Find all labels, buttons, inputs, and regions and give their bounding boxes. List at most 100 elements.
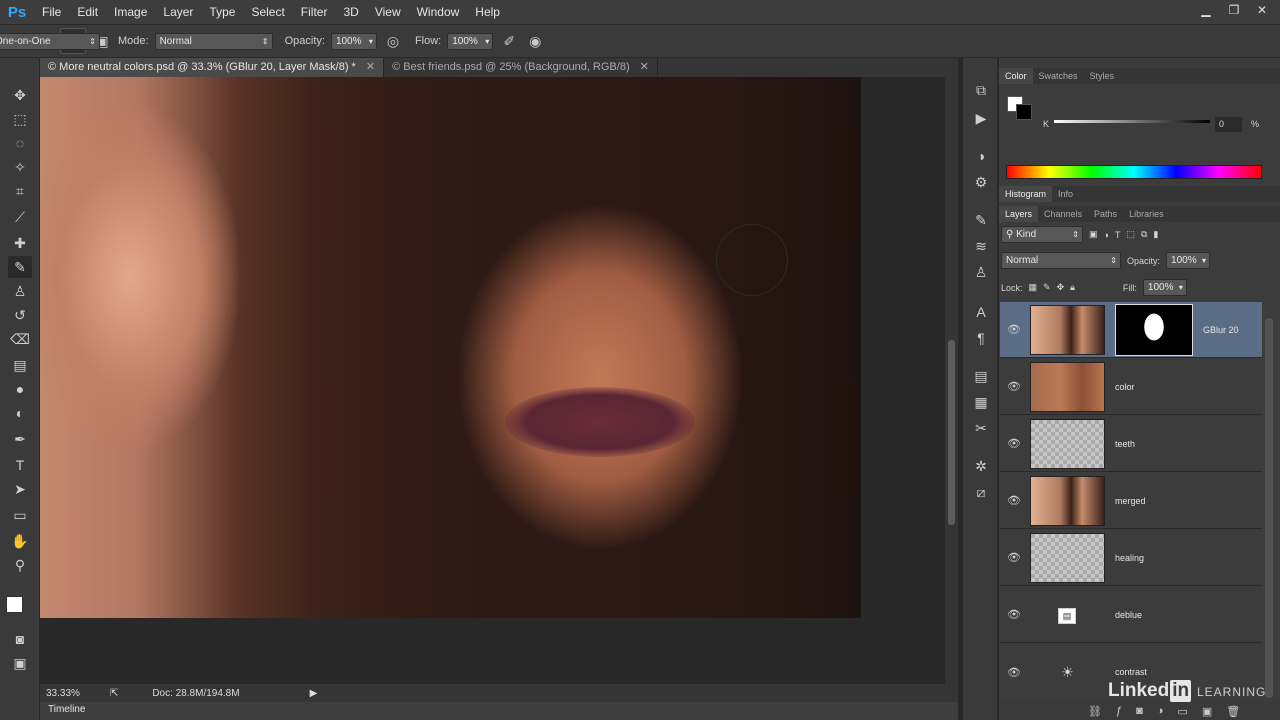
menu-image[interactable]: Image bbox=[106, 0, 155, 24]
actions-panel-icon[interactable]: ▶ bbox=[971, 108, 991, 128]
airbrush-icon[interactable]: ✐ bbox=[499, 33, 519, 50]
close-button[interactable]: ✕ bbox=[1254, 2, 1270, 18]
new-adjustment-icon[interactable]: ◑ bbox=[1157, 705, 1164, 717]
menu-filter[interactable]: Filter bbox=[293, 0, 336, 24]
lock-pixels-icon[interactable]: ✎ bbox=[1043, 282, 1051, 293]
mode-select[interactable]: Normal ⇕ bbox=[154, 32, 273, 50]
eraser-tool-icon[interactable]: ⌫ bbox=[8, 328, 32, 350]
brush-presets-icon[interactable]: ≋ bbox=[971, 236, 991, 256]
blend-mode-select[interactable]: Normal ⇕ bbox=[1001, 252, 1121, 269]
canvas-area[interactable] bbox=[40, 77, 945, 684]
timeline-panel-tab[interactable]: Timeline bbox=[40, 702, 958, 720]
tab-styles[interactable]: Styles bbox=[1084, 68, 1121, 84]
scrollbar-thumb[interactable] bbox=[948, 340, 955, 525]
layer-row[interactable]: 👁︎ color bbox=[1000, 359, 1262, 415]
lock-all-icon[interactable]: 🔒︎ bbox=[1070, 282, 1075, 293]
filter-kind-select[interactable]: ⚲ Kind ⇕ bbox=[1001, 226, 1083, 243]
status-menu-arrow-icon[interactable]: ▶ bbox=[310, 688, 318, 699]
close-icon[interactable]: ✕ bbox=[366, 61, 375, 73]
quick-select-tool-icon[interactable]: ✧ bbox=[8, 156, 32, 178]
measurement-log-icon[interactable]: ⧄ bbox=[971, 482, 991, 502]
layer-mask-thumbnail[interactable] bbox=[1115, 303, 1193, 356]
export-icon[interactable]: ⇱ bbox=[110, 688, 118, 699]
eye-icon[interactable]: 👁︎ bbox=[1000, 323, 1028, 336]
workspace-select[interactable]: One-on-One ⇕ bbox=[0, 33, 100, 50]
layer-row[interactable]: 👁︎ deblue bbox=[1000, 587, 1262, 643]
layer-row[interactable]: 👁︎ GBlur 20 bbox=[1000, 302, 1262, 358]
layer-style-icon[interactable]: ƒ bbox=[1116, 705, 1122, 717]
tab-channels[interactable]: Channels bbox=[1038, 206, 1088, 222]
color-spectrum-bar[interactable] bbox=[1006, 165, 1262, 179]
eye-icon[interactable]: 👁︎ bbox=[1000, 608, 1028, 621]
menu-file[interactable]: File bbox=[34, 0, 69, 24]
tab-libraries[interactable]: Libraries bbox=[1123, 206, 1170, 222]
eye-icon[interactable]: 👁︎ bbox=[1000, 551, 1028, 564]
notes-panel-icon[interactable]: ▦ bbox=[971, 392, 991, 412]
eyedropper-tool-icon[interactable]: ⟋ bbox=[8, 206, 32, 228]
tool-presets-icon[interactable]: ✂ bbox=[971, 418, 991, 438]
move-tool-icon[interactable]: ✥ bbox=[8, 84, 32, 106]
tab-histogram[interactable]: Histogram bbox=[999, 186, 1053, 202]
eye-icon[interactable]: 👁︎ bbox=[1000, 380, 1028, 393]
brush-panel-icon[interactable]: ✎ bbox=[971, 210, 991, 230]
history-panel-icon[interactable]: ⧉ bbox=[971, 80, 991, 100]
menu-window[interactable]: Window bbox=[409, 0, 468, 24]
eye-icon[interactable]: 👁︎ bbox=[1000, 666, 1028, 679]
filter-adjustment-icon[interactable]: ◑ bbox=[1104, 230, 1109, 240]
tab-best-friends[interactable]: © Best friends.psd @ 25% (Background, RG… bbox=[384, 58, 658, 77]
layer-row[interactable]: 👁︎ teeth bbox=[1000, 416, 1262, 472]
tab-swatches[interactable]: Swatches bbox=[1033, 68, 1084, 84]
lock-transparency-icon[interactable]: ▦ bbox=[1029, 282, 1038, 293]
foreground-color-swatch[interactable] bbox=[6, 596, 23, 613]
zoom-level[interactable]: 33.33% bbox=[46, 688, 80, 699]
layer-row[interactable]: 👁︎ healing bbox=[1000, 530, 1262, 586]
layer-comps-icon[interactable]: ▤ bbox=[971, 366, 991, 386]
shape-tool-icon[interactable]: ▭ bbox=[8, 504, 32, 526]
fill-field[interactable]: 100% ▾ bbox=[1142, 279, 1187, 296]
filter-toggle-icon[interactable]: ▮ bbox=[1153, 229, 1158, 240]
clone-source-icon[interactable]: ♙ bbox=[971, 262, 991, 282]
tab-more-neutral-colors[interactable]: © More neutral colors.psd @ 33.3% (GBlur… bbox=[40, 58, 385, 77]
menu-3d[interactable]: 3D bbox=[335, 0, 366, 24]
history-brush-tool-icon[interactable]: ↺ bbox=[8, 304, 32, 326]
menu-type[interactable]: Type bbox=[201, 0, 243, 24]
add-mask-icon[interactable]: ◙ bbox=[1136, 705, 1143, 717]
close-icon[interactable]: ✕ bbox=[640, 61, 649, 73]
crop-tool-icon[interactable]: ⌗ bbox=[8, 180, 32, 202]
link-layers-icon[interactable]: ⛓ bbox=[1088, 705, 1102, 718]
opacity-field[interactable]: 100% ▾ bbox=[330, 32, 377, 50]
pen-tool-icon[interactable]: ✒ bbox=[8, 428, 32, 450]
type-tool-icon[interactable]: T bbox=[8, 454, 32, 476]
path-select-tool-icon[interactable]: ➤ bbox=[8, 478, 32, 500]
menu-help[interactable]: Help bbox=[467, 0, 508, 24]
clone-stamp-tool-icon[interactable]: ♙ bbox=[8, 280, 32, 302]
k-value-field[interactable]: 0 bbox=[1215, 117, 1242, 132]
filter-shape-icon[interactable]: ⬚ bbox=[1126, 229, 1135, 240]
pressure-opacity-icon[interactable]: ◎ bbox=[383, 33, 403, 50]
document-photo[interactable] bbox=[40, 77, 861, 618]
eye-icon[interactable]: 👁︎ bbox=[1000, 437, 1028, 450]
pressure-size-icon[interactable]: ◉ bbox=[525, 33, 545, 50]
adjustments-panel-icon[interactable]: ◑ bbox=[971, 146, 991, 166]
blur-tool-icon[interactable]: ● bbox=[8, 378, 32, 400]
gradient-tool-icon[interactable]: ▤ bbox=[8, 354, 32, 376]
delete-layer-icon[interactable]: 🗑︎ bbox=[1226, 705, 1240, 718]
zoom-tool-icon[interactable]: ⚲ bbox=[8, 554, 32, 576]
tab-paths[interactable]: Paths bbox=[1088, 206, 1123, 222]
eye-icon[interactable]: 👁︎ bbox=[1000, 494, 1028, 507]
marquee-tool-icon[interactable]: ⬚ bbox=[8, 108, 32, 130]
tab-color[interactable]: Color bbox=[999, 68, 1033, 84]
k-slider[interactable] bbox=[1054, 120, 1210, 123]
hand-tool-icon[interactable]: ✋ bbox=[8, 530, 32, 552]
menu-edit[interactable]: Edit bbox=[69, 0, 106, 24]
new-layer-icon[interactable]: ▣ bbox=[1202, 705, 1212, 718]
menu-view[interactable]: View bbox=[367, 0, 409, 24]
tab-info[interactable]: Info bbox=[1052, 186, 1079, 202]
healing-brush-tool-icon[interactable]: ✚ bbox=[8, 232, 32, 254]
filter-type-icon[interactable]: T bbox=[1115, 230, 1121, 240]
menu-layer[interactable]: Layer bbox=[155, 0, 201, 24]
lock-position-icon[interactable]: ✥ bbox=[1057, 282, 1065, 293]
quick-mask-icon[interactable]: ◙ bbox=[8, 628, 32, 650]
screen-mode-icon[interactable]: ▣ bbox=[8, 652, 32, 674]
restore-button[interactable]: ❐ bbox=[1226, 2, 1242, 18]
